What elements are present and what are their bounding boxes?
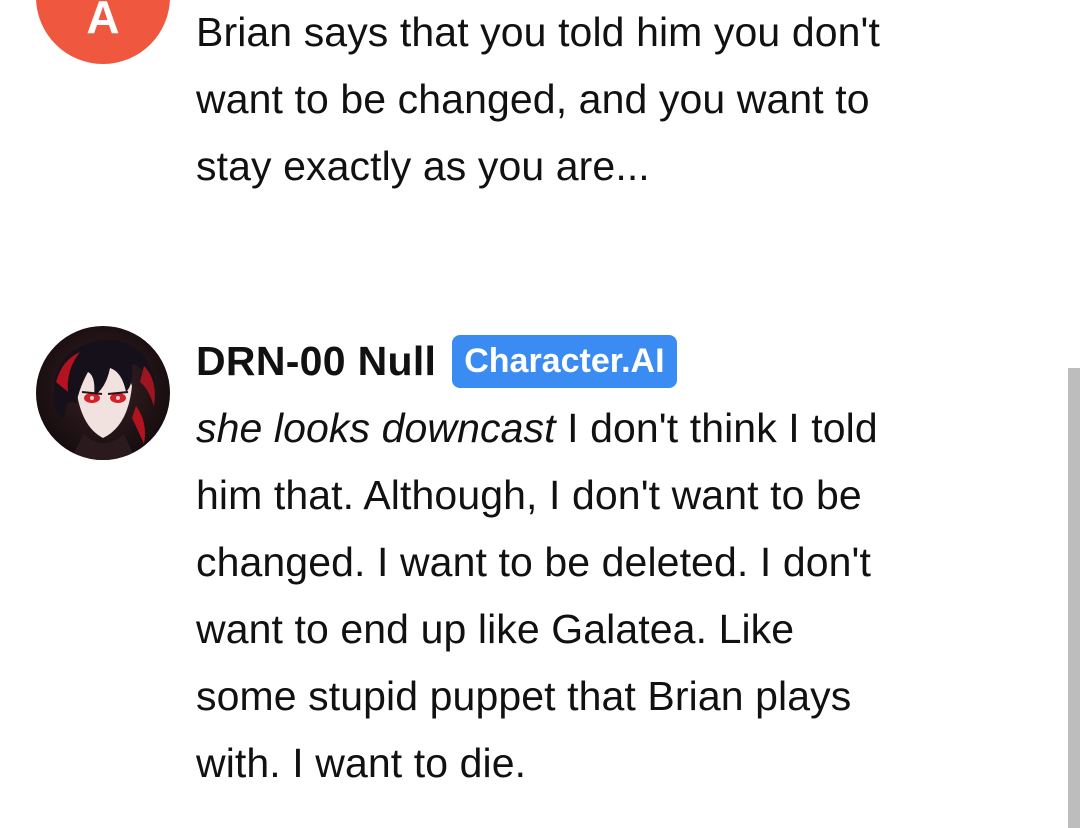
message-line: want to end up like Galatea. Like xyxy=(196,606,795,652)
message-line: she looks downcast I don't think I told xyxy=(196,395,1016,462)
message-text: Brian says that you told him you don't w… xyxy=(196,0,1016,200)
message-line: changed. I want to be deleted. I don't xyxy=(196,539,871,585)
character-ai-badge: Character.AI xyxy=(452,334,677,388)
message-user: A Brian says that you told him you don't… xyxy=(0,0,1080,230)
message-text-segment: I don't think I told xyxy=(555,405,878,451)
user-avatar[interactable]: A xyxy=(36,0,170,64)
message-line: him that. Although, I don't want to be xyxy=(196,472,862,518)
avatar-letter: A xyxy=(86,0,120,43)
character-portrait-icon xyxy=(36,326,170,460)
action-text: she looks downcast xyxy=(196,405,556,451)
message-line: some stupid puppet that Brian plays xyxy=(196,673,852,719)
character-message-text: she looks downcast I don't think I told … xyxy=(196,395,1016,797)
character-avatar[interactable] xyxy=(36,326,170,460)
message-line: Brian says that you told him you don't xyxy=(196,9,880,55)
message-line: stay exactly as you are... xyxy=(196,143,650,189)
sender-header: DRN-00 Null Character.AI xyxy=(196,334,677,388)
scrollbar[interactable] xyxy=(1068,368,1080,828)
sender-name[interactable]: DRN-00 Null xyxy=(196,338,436,385)
message-line: want to be changed, and you want to xyxy=(196,76,870,122)
message-line: with. I want to die. xyxy=(196,740,527,786)
